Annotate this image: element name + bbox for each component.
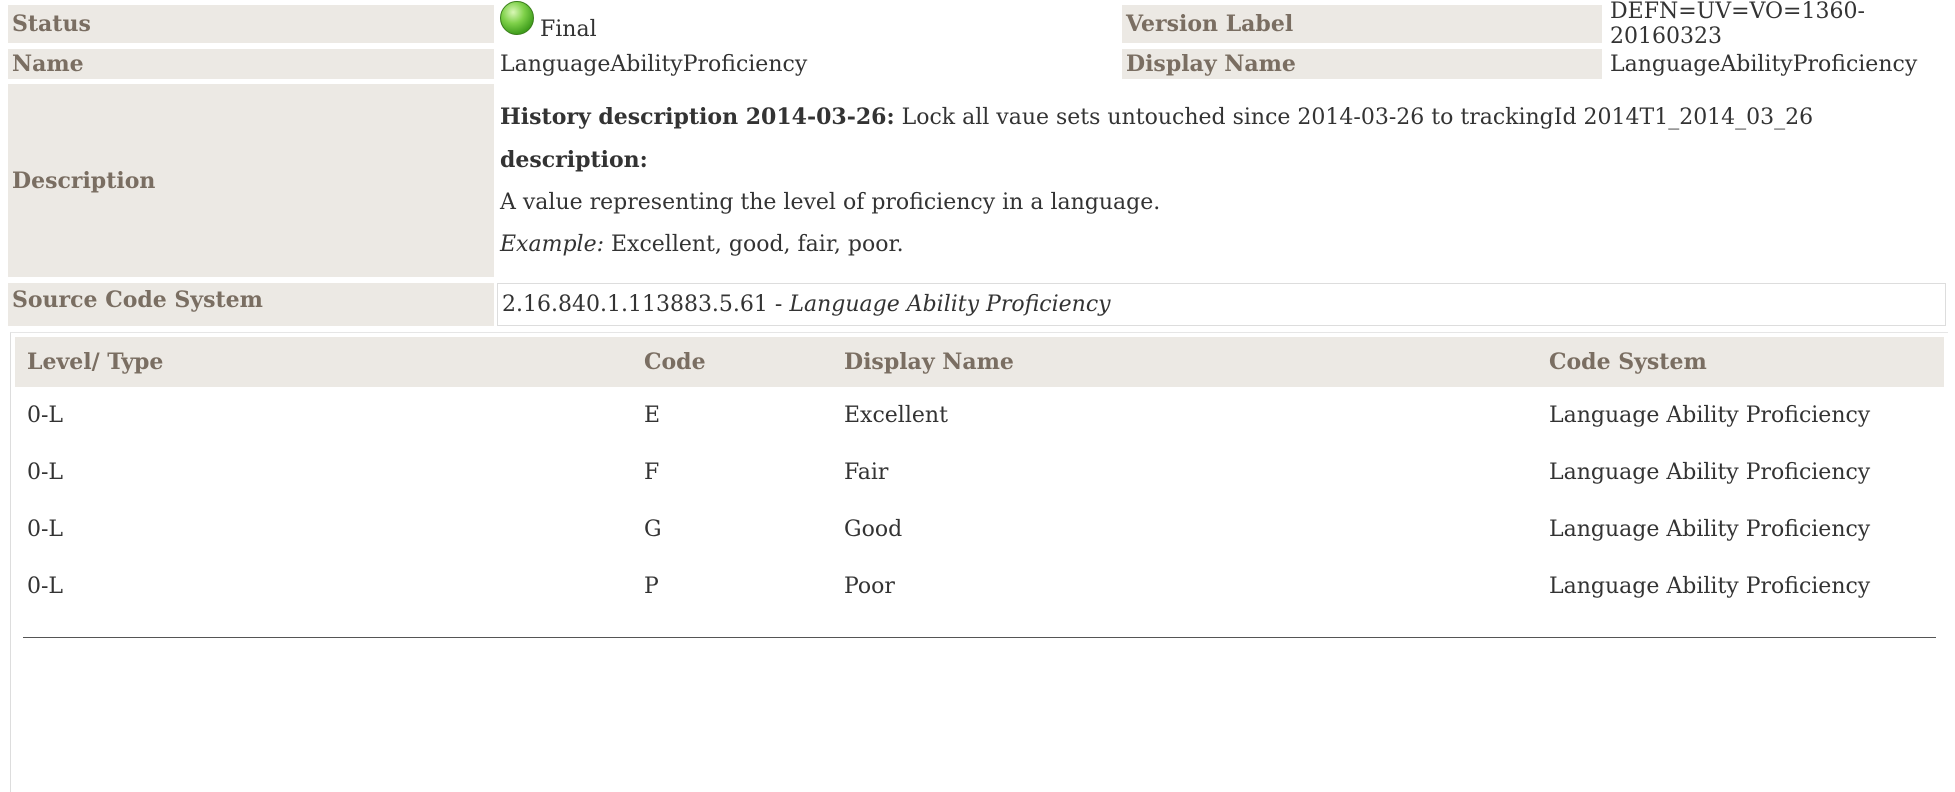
header-code: Code: [632, 337, 832, 387]
version-label-value: DEFN=UV=VO=1360-20160323: [1610, 0, 1865, 49]
example: Example: Excellent, good, fair, poor.: [500, 232, 904, 257]
cell-code-system: Language Ability Proficiency: [1549, 403, 1871, 428]
table-row: 0-L F Fair Language Ability Proficiency: [15, 444, 1944, 501]
cell-display-name: Poor: [844, 574, 895, 599]
table-divider: [23, 637, 1936, 638]
table-header-row: Level/ Type Code Display Name Code Syste…: [15, 337, 1944, 387]
version-label-label: Version Label: [1122, 5, 1602, 43]
cell-level-type: 0-L: [27, 574, 64, 599]
example-label: Example:: [500, 232, 604, 257]
cell-code: P: [644, 574, 659, 599]
table-row: 0-L G Good Language Ability Proficiency: [15, 501, 1944, 558]
header-display-name: Display Name: [832, 337, 1537, 387]
status-label: Status: [8, 5, 494, 43]
description-label: Description: [8, 84, 494, 277]
source-name: Language Ability Proficiency: [789, 292, 1111, 317]
table-row: 0-L P Poor Language Ability Proficiency: [15, 558, 1944, 615]
concept-table: Level/ Type Code Display Name Code Syste…: [15, 337, 1944, 615]
cell-level-type: 0-L: [27, 517, 64, 542]
cell-display-name: Excellent: [844, 403, 948, 428]
description-heading: description:: [500, 147, 648, 173]
source-separator: -: [767, 292, 790, 317]
source-oid: 2.16.840.1.113883.5.61: [502, 292, 768, 317]
cell-display-name: Good: [844, 517, 903, 542]
display-name-value: LanguageAbilityProficiency: [1610, 51, 1918, 77]
header-level-type: Level/ Type: [15, 337, 632, 387]
cell-level-type: 0-L: [27, 403, 64, 428]
status-text: Final: [540, 16, 597, 42]
cell-code: E: [644, 403, 661, 428]
description-text: A value representing the level of profic…: [500, 190, 1161, 215]
green-status-orb-icon: [500, 1, 534, 35]
status-value: Final: [500, 1, 1120, 43]
cell-display-name: Fair: [844, 460, 889, 485]
cell-code: F: [644, 460, 660, 485]
source-code-system-label: Source Code System: [8, 283, 494, 326]
header-code-system: Code System: [1537, 337, 1944, 387]
history-heading: History description 2014-03-26:: [500, 104, 895, 130]
name-value: LanguageAbilityProficiency: [500, 51, 808, 77]
history-text: Lock all vaue sets untouched since 2014-…: [894, 105, 1814, 130]
source-code-system-value: 2.16.840.1.113883.5.61 - Language Abilit…: [497, 283, 1946, 326]
cell-code-system: Language Ability Proficiency: [1549, 574, 1871, 599]
table-row: 0-L E Excellent Language Ability Profici…: [15, 387, 1944, 444]
example-text: Excellent, good, fair, poor.: [604, 232, 904, 257]
name-label: Name: [8, 49, 494, 79]
cell-code-system: Language Ability Proficiency: [1549, 460, 1871, 485]
description-content: History description 2014-03-26: Lock all…: [500, 84, 1950, 277]
display-name-label: Display Name: [1122, 49, 1602, 79]
history-description: History description 2014-03-26: Lock all…: [500, 104, 1813, 130]
concept-list-panel: Level/ Type Code Display Name Code Syste…: [10, 332, 1948, 792]
cell-code: G: [644, 517, 662, 542]
cell-code-system: Language Ability Proficiency: [1549, 517, 1871, 542]
cell-level-type: 0-L: [27, 460, 64, 485]
